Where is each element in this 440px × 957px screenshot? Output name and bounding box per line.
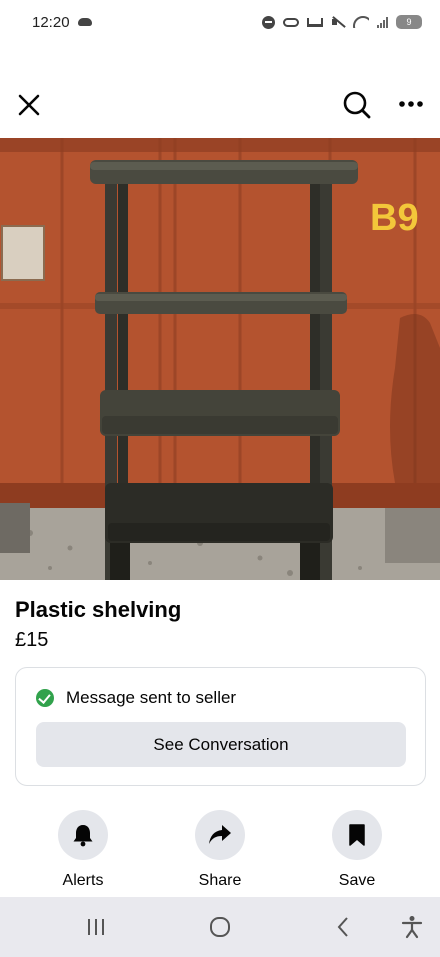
alerts-label: Alerts	[62, 872, 104, 889]
product-photo[interactable]: B9	[0, 138, 440, 580]
check-circle-icon	[36, 689, 54, 707]
bed-icon	[307, 17, 323, 27]
back-icon	[337, 917, 348, 937]
home-button[interactable]	[205, 915, 235, 939]
battery-icon: 9	[396, 15, 422, 29]
alerts-button[interactable]: Alerts	[33, 810, 133, 890]
close-button[interactable]	[16, 92, 42, 118]
signal-icon	[377, 16, 388, 28]
action-bar: Alerts Share Save	[0, 810, 440, 890]
bookmark-icon	[349, 824, 365, 846]
status-bar: 12:20 9	[0, 0, 440, 44]
share-arrow-icon	[209, 825, 231, 844]
accessibility-icon	[401, 916, 423, 939]
message-status: Message sent to seller	[36, 688, 236, 708]
bell-icon	[73, 825, 93, 847]
cloud-icon	[77, 18, 92, 26]
top-bar	[0, 80, 440, 132]
listing-title: Plastic shelving	[15, 597, 182, 622]
mute-icon	[331, 16, 345, 28]
system-nav-bar	[0, 897, 440, 957]
save-label: Save	[338, 872, 376, 889]
more-icon	[399, 101, 423, 107]
see-conversation-button[interactable]: See Conversation	[36, 722, 406, 767]
save-button[interactable]: Save	[307, 810, 407, 890]
share-button[interactable]: Share	[170, 810, 270, 890]
share-label: Share	[198, 872, 242, 889]
key-icon	[283, 17, 299, 27]
home-icon	[210, 917, 230, 937]
accessibility-button[interactable]	[397, 915, 427, 939]
share-icon-circle	[195, 810, 245, 860]
search-button[interactable]	[342, 90, 372, 120]
status-time: 12:20	[32, 13, 70, 31]
message-status-text: Message sent to seller	[66, 688, 237, 707]
product-image: B9	[0, 138, 440, 580]
close-icon	[18, 94, 40, 116]
search-icon	[343, 91, 371, 119]
more-button[interactable]	[396, 94, 426, 114]
dnd-icon	[262, 15, 275, 29]
alerts-icon-circle	[58, 810, 108, 860]
recent-apps-icon	[88, 919, 104, 935]
recent-apps-button[interactable]	[81, 915, 111, 939]
status-icons: 9	[262, 15, 422, 29]
wifi-icon	[353, 16, 369, 28]
save-icon-circle	[332, 810, 382, 860]
container-label: B9	[370, 197, 419, 239]
listing-price: £15	[15, 629, 49, 651]
message-card: Message sent to seller See Conversation	[15, 667, 426, 786]
back-button[interactable]	[328, 915, 358, 939]
